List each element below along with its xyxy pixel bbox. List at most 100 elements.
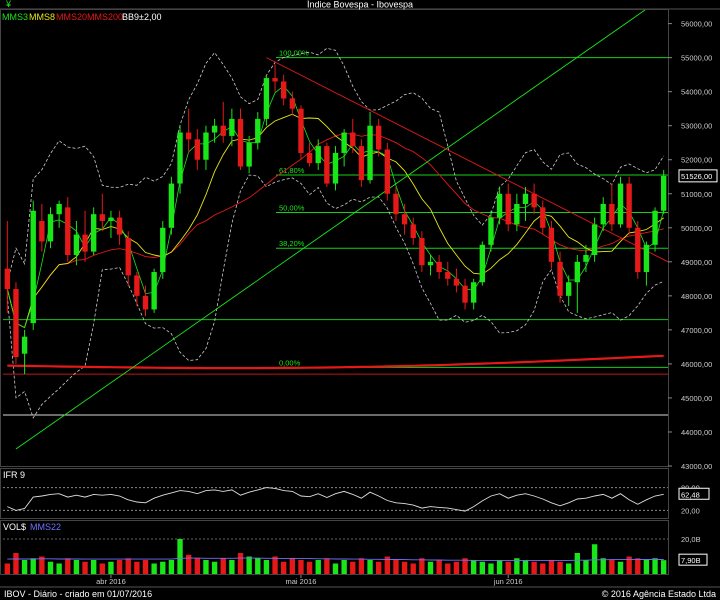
candle-up <box>30 210 36 324</box>
volume-bar <box>445 563 451 574</box>
candle-up <box>47 214 54 242</box>
candle-up <box>367 125 373 181</box>
y-tick-label: 47000,00 <box>681 326 712 335</box>
collapse-icon[interactable]: ¥ <box>5 0 12 9</box>
candle-up <box>168 183 175 228</box>
volume-bar <box>91 560 97 574</box>
candle-up <box>73 234 80 256</box>
window-title: Índice Bovespa - Ibovespa <box>307 0 413 10</box>
y-tick-label: 43000,00 <box>681 462 712 471</box>
candle-down <box>237 118 244 167</box>
fibonacci-label: 38,20% <box>279 239 305 248</box>
volume-bar <box>496 560 503 574</box>
candle-up <box>522 193 529 204</box>
volume-bar <box>350 561 356 574</box>
ifr-label: IFR 9 <box>3 470 25 480</box>
volume-bar <box>548 560 555 574</box>
volume-bar <box>315 560 321 574</box>
footer-copyright: © 2016 Agência Estado Ltda <box>602 589 716 599</box>
candle-up <box>246 142 252 167</box>
volume-avg-label: MMS22 <box>30 522 61 532</box>
volume-bar <box>142 560 149 574</box>
candle-down <box>289 98 295 109</box>
volume-bar <box>367 560 373 574</box>
volume-bar <box>609 560 615 574</box>
volume-bar <box>99 563 105 574</box>
y-tick-label: 48000,00 <box>681 292 712 301</box>
volume-bar <box>13 553 19 574</box>
volume-bar <box>583 560 589 574</box>
candle-up <box>496 193 503 218</box>
volume-bar <box>168 560 175 574</box>
volume-bar <box>427 561 434 574</box>
volume-bar <box>116 560 123 574</box>
volume-bar <box>566 563 572 574</box>
candle-down <box>436 261 442 273</box>
candle-down <box>540 207 546 228</box>
candle-up <box>479 244 485 283</box>
candle-up <box>151 272 157 310</box>
volume-bar <box>255 558 261 574</box>
candle-down <box>393 193 399 215</box>
volume-bar <box>65 558 71 574</box>
fibonacci-label: 0,00% <box>279 358 301 367</box>
volume-bar <box>557 561 563 574</box>
candle-up <box>591 224 598 256</box>
volume-bar <box>358 558 365 574</box>
candle-up <box>488 217 494 245</box>
candle-down <box>4 268 10 290</box>
footer-caption: IBOV - Diário - criado em 01/07/2016 <box>4 589 152 599</box>
candle-down <box>557 261 563 296</box>
volume-bar <box>652 558 658 574</box>
y-tick-label: 53000,00 <box>681 122 712 131</box>
volume-bar <box>635 558 641 574</box>
candle-up <box>427 261 434 266</box>
candle-down <box>384 149 390 194</box>
volume-bar <box>125 558 131 574</box>
volume-bar <box>56 563 62 574</box>
candle-up <box>108 217 114 221</box>
legend-mms8: MMS8 <box>29 12 55 22</box>
y-tick-label: 55000,00 <box>681 54 712 63</box>
candle-up <box>332 152 339 184</box>
volume-bar <box>626 556 632 574</box>
candle-down <box>324 146 330 184</box>
candle-down <box>99 214 105 221</box>
candle-up <box>514 203 520 225</box>
x-tick-label: jun 2016 <box>493 577 523 586</box>
volume-bar <box>574 553 580 574</box>
last-price-label: 51526,00 <box>681 172 712 181</box>
fibonacci-label: 61,80% <box>279 166 305 175</box>
legend-mms200: MMS200 <box>87 12 123 22</box>
volume-bar <box>186 554 192 574</box>
candle-up <box>91 214 97 252</box>
volume-bar <box>237 553 244 574</box>
volume-bar <box>229 560 235 574</box>
volume-bar <box>617 561 624 574</box>
y-tick-label: 54000,00 <box>681 88 712 97</box>
candle-up <box>177 132 183 184</box>
ifr-tick-label: 20,00 <box>681 506 700 515</box>
candle-down <box>306 152 313 164</box>
candle-down <box>350 132 356 147</box>
volume-bar <box>643 560 650 574</box>
volume-bar <box>108 561 114 574</box>
candle-down <box>401 214 408 225</box>
ifr-last-label: 62,48 <box>681 490 700 499</box>
y-tick-label: 51000,00 <box>681 190 712 199</box>
volume-bar <box>531 561 537 574</box>
candle-down <box>125 238 131 276</box>
volume-bar <box>177 539 183 574</box>
volume-bar <box>410 563 416 574</box>
volume-bar <box>289 558 295 574</box>
candle-up <box>600 203 606 225</box>
candle-up <box>574 261 580 283</box>
x-tick-label: abr 2016 <box>96 577 126 586</box>
volume-bar <box>419 558 425 574</box>
candle-up <box>652 210 658 245</box>
candle-up <box>229 118 235 136</box>
volume-bar <box>203 560 209 574</box>
volume-bar <box>341 560 347 574</box>
volume-bar <box>376 561 382 574</box>
candle-up <box>203 132 209 160</box>
